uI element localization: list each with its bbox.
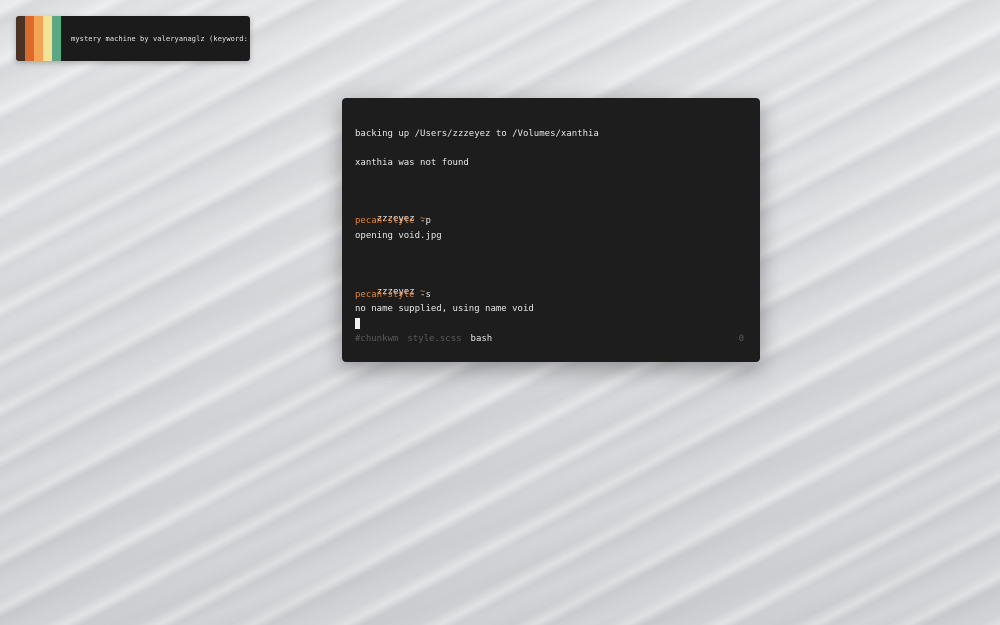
- tmux-status-bar: #chunkwm style.scss bash 0: [355, 333, 744, 345]
- status-tab-style-scss[interactable]: style.scss: [407, 333, 461, 345]
- terminal-command-line: pecan-style -p: [355, 215, 431, 227]
- terminal-command-line: pecan-style -s: [355, 289, 431, 301]
- palette-swatch: [52, 16, 61, 61]
- palette-swatches: [16, 16, 61, 61]
- terminal-output-line: xanthia was not found: [355, 158, 469, 168]
- terminal-cursor[interactable]: [355, 318, 360, 329]
- color-palette-widget: mystery machine by valeryanaglz (keyword…: [16, 16, 250, 61]
- palette-swatch: [43, 16, 52, 61]
- terminal-window[interactable]: backing up /Users/zzzeyez to /Volumes/xa…: [342, 98, 760, 362]
- command-name: pecan-style: [355, 216, 415, 226]
- command-name: pecan-style: [355, 290, 415, 300]
- palette-swatch: [16, 16, 25, 61]
- terminal-output-line: no name supplied, using name void: [355, 304, 534, 314]
- palette-swatch: [25, 16, 34, 61]
- command-args: -s: [414, 290, 431, 300]
- command-args: -p: [414, 216, 431, 226]
- terminal-output-line: opening void.jpg: [355, 231, 442, 241]
- palette-label: mystery machine by valeryanaglz (keyword…: [71, 34, 250, 43]
- palette-swatch: [34, 16, 43, 61]
- status-tab-chunkwm[interactable]: #chunkwm: [355, 333, 398, 345]
- status-count: 0: [738, 334, 744, 344]
- terminal-output-line: backing up /Users/zzzeyez to /Volumes/xa…: [355, 129, 599, 139]
- status-tab-bash[interactable]: bash: [471, 333, 493, 345]
